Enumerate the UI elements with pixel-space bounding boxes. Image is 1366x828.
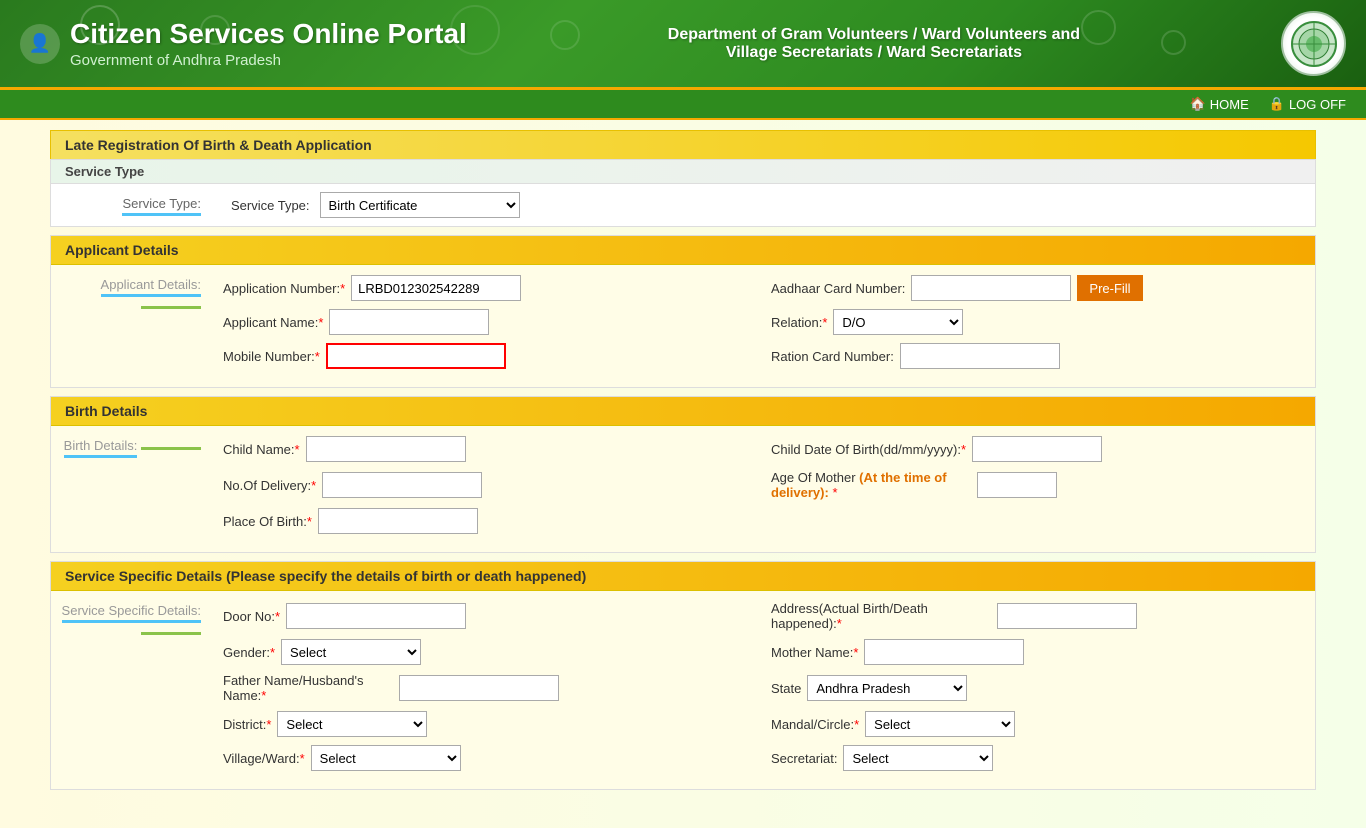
door-no-label: Door No:* xyxy=(223,609,280,624)
child-name-field: Child Name:* xyxy=(223,436,755,462)
service-type-field: Service Type: Birth Certificate Death Ce… xyxy=(211,192,520,218)
service-type-section: Service Type Service Type: Service Type:… xyxy=(50,159,1316,227)
father-name-input[interactable] xyxy=(399,675,559,701)
village-field: Village/Ward:* Select xyxy=(223,745,755,771)
mobile-label: Mobile Number:* xyxy=(223,349,320,364)
applicant-section-header: Applicant Details xyxy=(51,236,1315,265)
secretariat-select[interactable]: Select xyxy=(843,745,993,771)
ration-card-input[interactable] xyxy=(900,343,1060,369)
mandal-field: Mandal/Circle:* Select xyxy=(771,711,1303,737)
home-icon: 🏠 xyxy=(1190,96,1206,112)
place-birth-field: Place Of Birth:* xyxy=(223,508,755,534)
service-type-side-label: Service Type: xyxy=(51,192,211,218)
district-field: District:* Select xyxy=(223,711,755,737)
father-name-field: Father Name/Husband's Name:* xyxy=(223,673,755,703)
father-name-label: Father Name/Husband's Name:* xyxy=(223,673,393,703)
applicant-side-label: Applicant Details: xyxy=(51,265,211,387)
service-specific-fields: Door No:* Address(Actual Birth/Death hap… xyxy=(211,591,1315,789)
state-label: State xyxy=(771,681,801,696)
service-specific-body: Service Specific Details: Door No:* Addr… xyxy=(51,591,1315,789)
applicant-name-input[interactable] xyxy=(329,309,489,335)
home-link[interactable]: 🏠 HOME xyxy=(1190,96,1249,112)
state-select[interactable]: Andhra Pradesh Telangana Tamil Nadu xyxy=(807,675,967,701)
aadhaar-field: Aadhaar Card Number: Pre-Fill xyxy=(771,275,1303,301)
age-mother-field: Age Of Mother (At the time of delivery):… xyxy=(771,470,1303,500)
mobile-field: Mobile Number:* xyxy=(223,343,755,369)
secretariat-label: Secretariat: xyxy=(771,751,837,766)
address-input[interactable] xyxy=(997,603,1137,629)
ration-card-field: Ration Card Number: xyxy=(771,343,1303,369)
logo xyxy=(1281,11,1346,76)
service-specific-header: Service Specific Details (Please specify… xyxy=(51,562,1315,591)
delivery-field: No.Of Delivery:* xyxy=(223,470,755,500)
aadhaar-input[interactable] xyxy=(911,275,1071,301)
district-select[interactable]: Select xyxy=(277,711,427,737)
village-select[interactable]: Select xyxy=(311,745,461,771)
dob-input[interactable] xyxy=(972,436,1102,462)
mother-name-label: Mother Name:* xyxy=(771,645,858,660)
dob-label: Child Date Of Birth(dd/mm/yyyy):* xyxy=(771,442,966,457)
district-label: District:* xyxy=(223,717,271,732)
place-birth-input[interactable] xyxy=(318,508,478,534)
birth-fields: Child Name:* Child Date Of Birth(dd/mm/y… xyxy=(211,426,1315,552)
gender-field: Gender:* Select Male Female Other xyxy=(223,639,755,665)
applicant-name-label: Applicant Name:* xyxy=(223,315,323,330)
door-no-input[interactable] xyxy=(286,603,466,629)
village-label: Village/Ward:* xyxy=(223,751,305,766)
lock-icon: 🔒 xyxy=(1269,96,1285,112)
mother-name-input[interactable] xyxy=(864,639,1024,665)
address-field: Address(Actual Birth/Death happened):* xyxy=(771,601,1303,631)
user-icon: 👤 xyxy=(20,24,60,64)
main-content: Late Registration Of Birth & Death Appli… xyxy=(0,120,1366,808)
header: 👤 Citizen Services Online Portal Governm… xyxy=(0,0,1366,90)
state-field: State Andhra Pradesh Telangana Tamil Nad… xyxy=(771,673,1303,703)
birth-side-label: Birth Details: xyxy=(51,426,211,552)
mandal-select[interactable]: Select xyxy=(865,711,1015,737)
secretariat-field: Secretariat: Select xyxy=(771,745,1303,771)
age-mother-input[interactable] xyxy=(977,472,1057,498)
service-type-header: Service Type xyxy=(51,160,1315,184)
mother-name-field: Mother Name:* xyxy=(771,639,1303,665)
navbar: 🏠 HOME 🔒 LOG OFF xyxy=(0,90,1366,120)
application-number-input[interactable] xyxy=(351,275,521,301)
relation-field: Relation:* D/O S/O W/O xyxy=(771,309,1303,335)
dob-field: Child Date Of Birth(dd/mm/yyyy):* xyxy=(771,436,1303,462)
logoff-link[interactable]: 🔒 LOG OFF xyxy=(1269,96,1346,112)
application-number-label: Application Number:* xyxy=(223,281,345,296)
aadhaar-label: Aadhaar Card Number: xyxy=(771,281,905,296)
door-no-field: Door No:* xyxy=(223,601,755,631)
place-birth-label: Place Of Birth:* xyxy=(223,514,312,529)
service-specific-side-label: Service Specific Details: xyxy=(51,591,211,789)
applicant-fields: Application Number:* Aadhaar Card Number… xyxy=(211,265,1315,387)
applicant-name-field: Applicant Name:* xyxy=(223,309,755,335)
delivery-label: No.Of Delivery:* xyxy=(223,478,316,493)
site-title: Citizen Services Online Portal xyxy=(70,18,467,50)
mobile-input[interactable] xyxy=(326,343,506,369)
service-type-label: Service Type: xyxy=(231,198,310,213)
delivery-input[interactable] xyxy=(322,472,482,498)
page-title: Late Registration Of Birth & Death Appli… xyxy=(50,130,1316,159)
application-number-field: Application Number:* xyxy=(223,275,755,301)
service-type-select[interactable]: Birth Certificate Death Certificate xyxy=(320,192,520,218)
birth-section: Birth Details Birth Details: Child Name:… xyxy=(50,396,1316,553)
relation-select[interactable]: D/O S/O W/O xyxy=(833,309,963,335)
child-name-label: Child Name:* xyxy=(223,442,300,457)
applicant-section: Applicant Details Applicant Details: App… xyxy=(50,235,1316,388)
ration-card-label: Ration Card Number: xyxy=(771,349,894,364)
relation-label: Relation:* xyxy=(771,315,827,330)
service-type-body: Service Type: Service Type: Birth Certif… xyxy=(51,184,1315,226)
applicant-section-body: Applicant Details: Application Number:* … xyxy=(51,265,1315,387)
child-name-input[interactable] xyxy=(306,436,466,462)
site-subtitle: Government of Andhra Pradesh xyxy=(70,52,467,69)
birth-section-header: Birth Details xyxy=(51,397,1315,426)
age-mother-label: Age Of Mother (At the time of delivery):… xyxy=(771,470,971,500)
service-specific-section: Service Specific Details (Please specify… xyxy=(50,561,1316,790)
gender-label: Gender:* xyxy=(223,645,275,660)
prefill-button[interactable]: Pre-Fill xyxy=(1077,275,1142,301)
address-label: Address(Actual Birth/Death happened):* xyxy=(771,601,991,631)
birth-section-body: Birth Details: Child Name:* Child Date O… xyxy=(51,426,1315,552)
gender-select[interactable]: Select Male Female Other xyxy=(281,639,421,665)
mandal-label: Mandal/Circle:* xyxy=(771,717,859,732)
dept-info: Department of Gram Volunteers / Ward Vol… xyxy=(668,26,1080,62)
